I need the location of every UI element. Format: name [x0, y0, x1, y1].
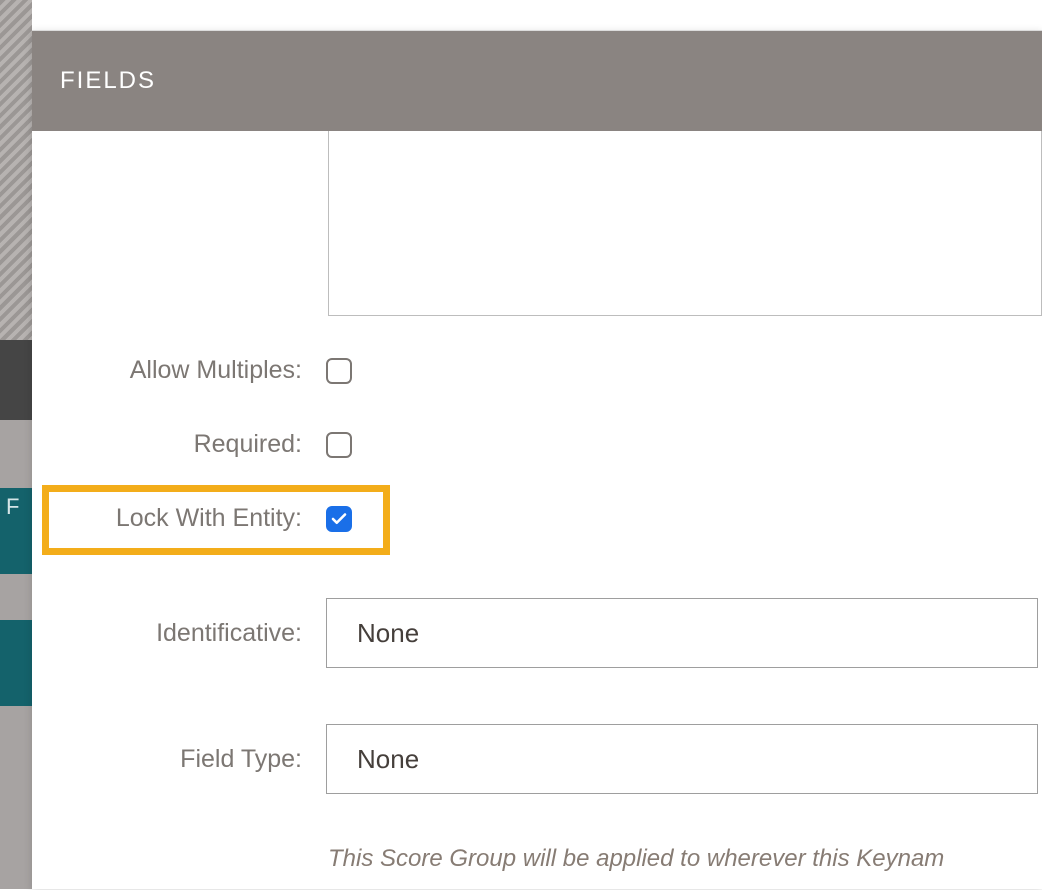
row-lock-with-entity: Lock With Entity: — [32, 504, 1042, 533]
select-identificative[interactable]: None — [326, 598, 1038, 668]
select-identificative-value: None — [357, 618, 419, 649]
select-field-type[interactable]: None — [326, 724, 1038, 794]
checkbox-required[interactable] — [326, 432, 352, 458]
checkbox-allow-multiples[interactable] — [326, 358, 352, 384]
hint-text: This Score Group will be applied to wher… — [328, 845, 944, 872]
panel-title: FIELDS — [60, 67, 156, 95]
obscured-side-panel: F — [0, 0, 32, 889]
label-identificative: Identificative: — [32, 619, 302, 648]
panel-body: Allow Multiples: Required: Lock With Ent… — [32, 131, 1042, 890]
fields-panel: FIELDS Allow Multiples: Required: Lock W — [32, 30, 1042, 889]
row-allow-multiples: Allow Multiples: — [32, 356, 1042, 385]
side-panel-active-item[interactable]: F — [0, 488, 32, 574]
description-textarea[interactable] — [328, 131, 1042, 316]
label-allow-multiples: Allow Multiples: — [32, 356, 302, 385]
hatched-region — [0, 0, 32, 340]
label-lock-with-entity: Lock With Entity: — [32, 504, 302, 533]
side-panel-letter: F — [6, 494, 19, 519]
select-field-type-value: None — [357, 744, 419, 775]
side-panel-dark-segment — [0, 340, 32, 420]
check-icon — [330, 510, 348, 528]
label-required: Required: — [32, 430, 302, 459]
row-field-type: Field Type: None — [32, 724, 1042, 794]
checkbox-lock-with-entity[interactable] — [326, 506, 352, 532]
field-type-hint: This Score Group will be applied to wher… — [328, 845, 1042, 873]
row-identificative: Identificative: None — [32, 598, 1042, 668]
side-panel-item[interactable] — [0, 620, 32, 706]
row-required: Required: — [32, 430, 1042, 459]
panel-header: FIELDS — [32, 31, 1042, 131]
label-field-type: Field Type: — [32, 745, 302, 774]
